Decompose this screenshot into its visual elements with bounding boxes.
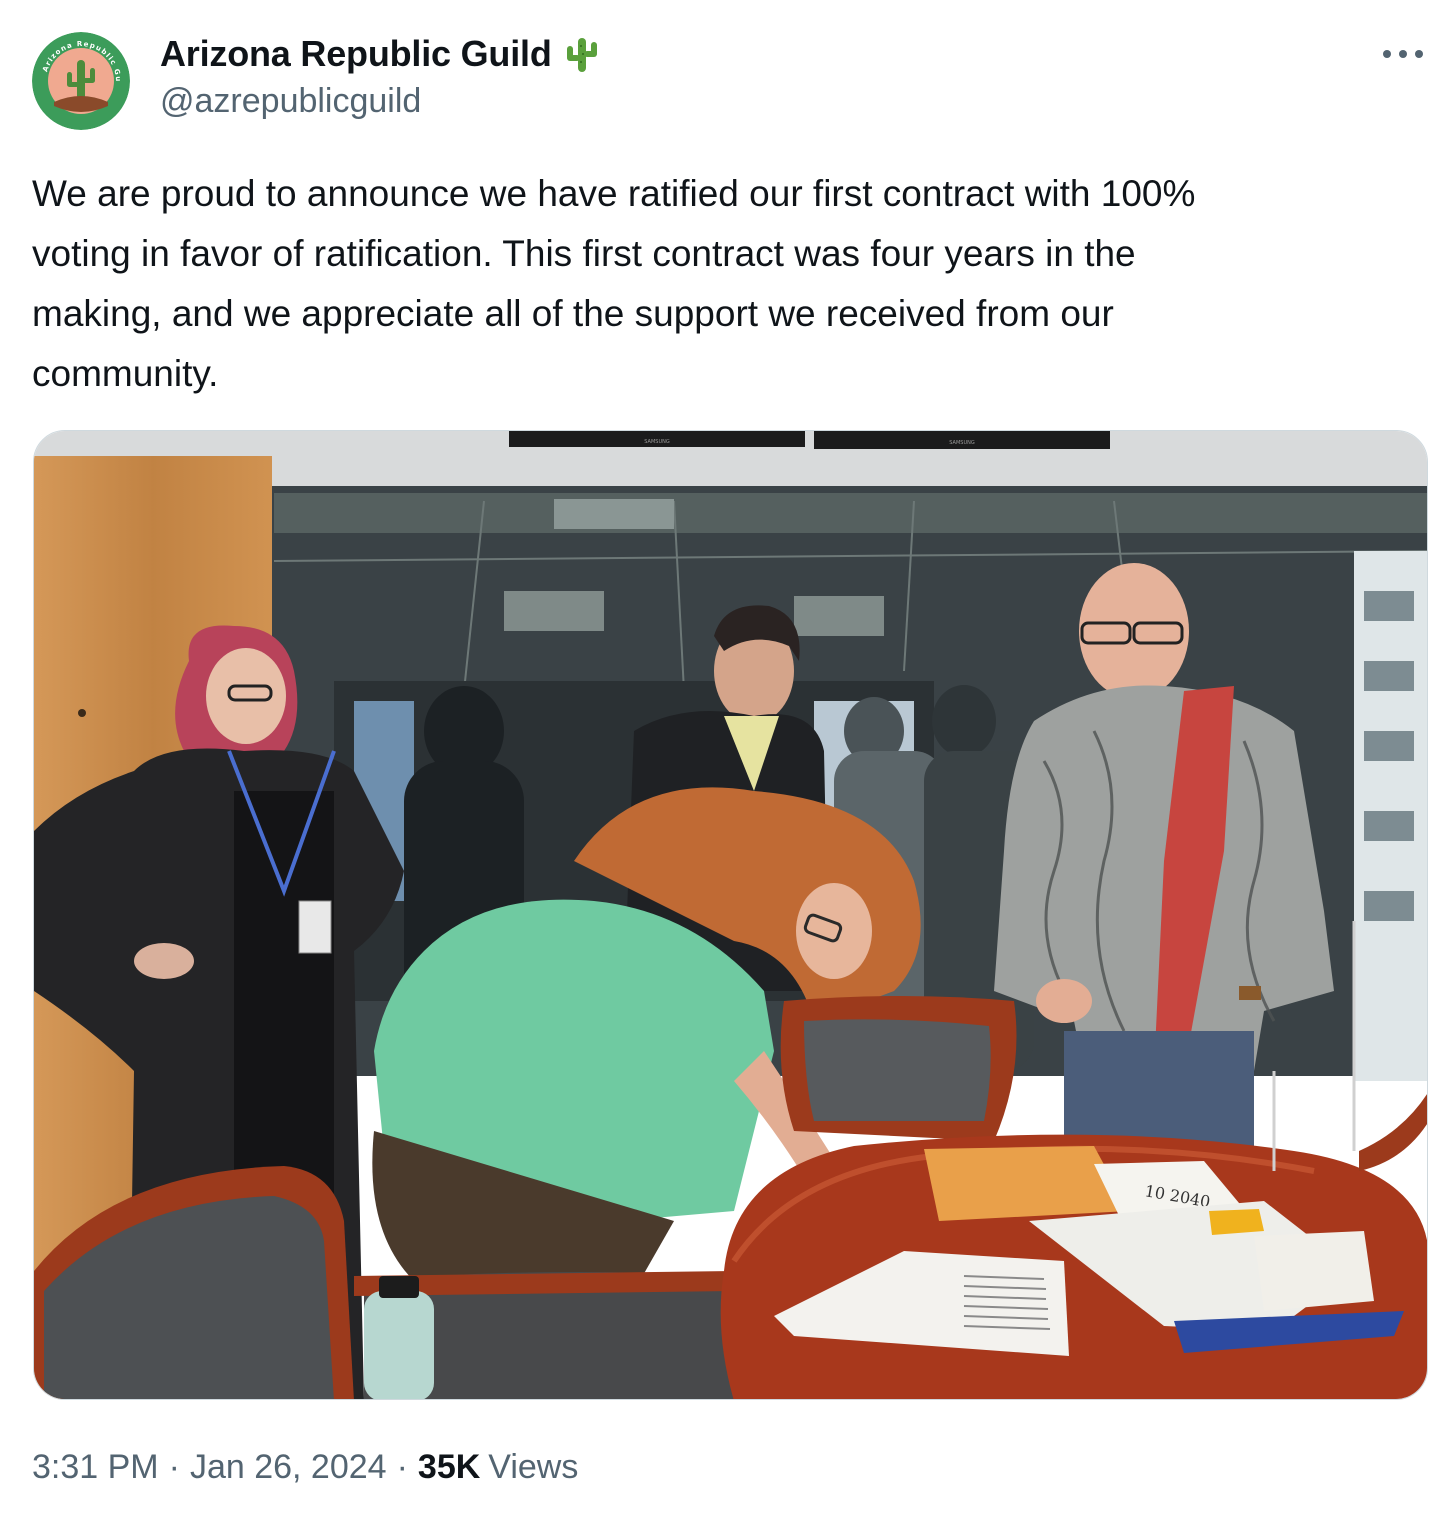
tweet-text-line: voting in favor of ratification. This fi… [32, 233, 1136, 274]
views-count[interactable]: 35K [418, 1448, 480, 1487]
contract-signing-photo: SAMSUNG SAMSUNG 10 2040 [34, 431, 1427, 1399]
author-handle[interactable]: @azrepublicguild [160, 82, 421, 121]
tweet-text-line: We are proud to announce we have ratifie… [32, 173, 1196, 214]
more-options-button[interactable] [1378, 36, 1428, 72]
avatar-logo: Arizona Republic Guild [32, 32, 130, 130]
tweet-text-line: making, and we appreciate all of the sup… [32, 293, 1114, 334]
cactus-emoji-icon [566, 38, 597, 72]
views-label[interactable]: Views [488, 1448, 578, 1487]
tweet-text: We are proud to announce we have ratifie… [32, 164, 1427, 404]
tweet-photo[interactable]: SAMSUNG SAMSUNG 10 2040 [33, 430, 1428, 1400]
author-display-name: Arizona Republic Guild [160, 33, 552, 74]
tweet: Arizona Republic Guild Arizona Republic … [0, 0, 1456, 1519]
tweet-meta: 3:31 PM · Jan 26, 2024 · 35K Views [32, 1442, 578, 1492]
tv-label: SAMSUNG [644, 439, 670, 445]
meta-separator: · [396, 1447, 408, 1486]
tweet-date[interactable]: Jan 26, 2024 [190, 1448, 387, 1487]
author-avatar[interactable]: Arizona Republic Guild [32, 32, 130, 130]
tweet-time[interactable]: 3:31 PM [32, 1448, 159, 1487]
author-name-link[interactable]: Arizona Republic Guild [160, 30, 602, 78]
tweet-text-line: community. [32, 353, 219, 394]
more-dots-icon [1383, 50, 1423, 58]
meta-separator: · [168, 1447, 180, 1486]
tv-label: SAMSUNG [949, 440, 975, 446]
